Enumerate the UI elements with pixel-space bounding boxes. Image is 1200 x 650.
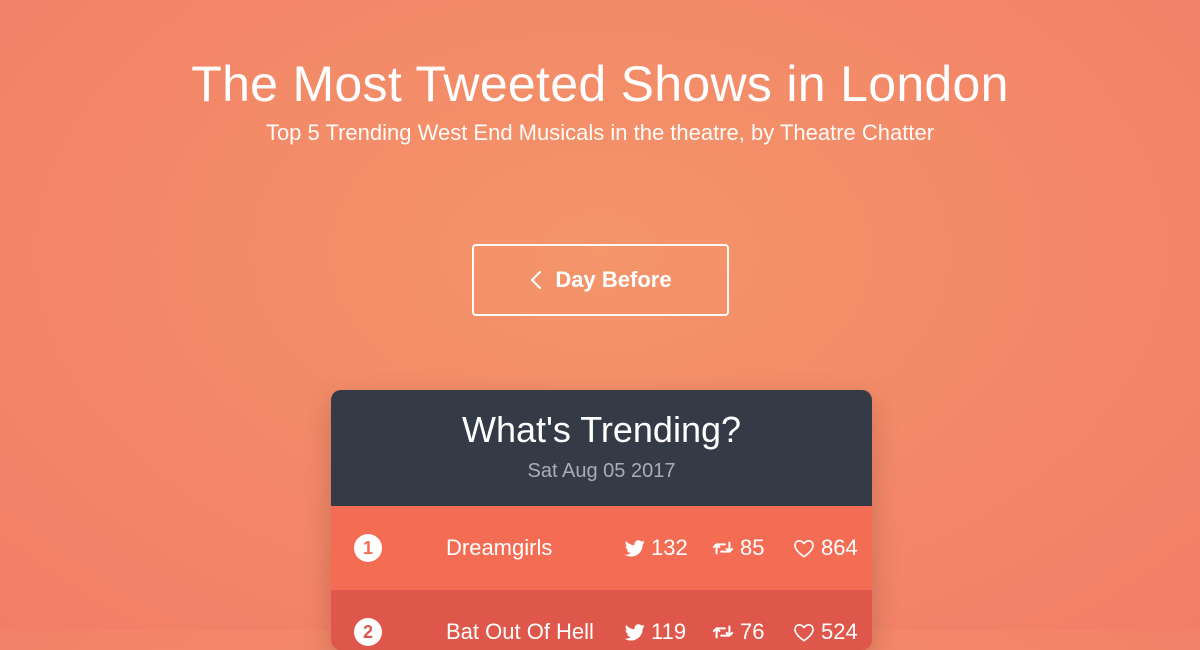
rank-badge: 1: [354, 534, 382, 562]
heart-icon: [793, 623, 815, 642]
trending-row[interactable]: 2 Bat Out Of Hell 119 76 524: [331, 590, 872, 650]
like-count: 864: [793, 535, 858, 561]
tweet-count: 132: [625, 535, 688, 561]
tweet-count-value: 132: [651, 535, 688, 560]
page-title: The Most Tweeted Shows in London: [191, 56, 1009, 112]
day-before-label: Day Before: [555, 267, 672, 292]
retweet-icon: [712, 540, 734, 556]
retweet-count-value: 76: [740, 619, 765, 644]
day-before-button[interactable]: Day Before: [472, 244, 729, 316]
trending-card: What's Trending? Sat Aug 05 2017 1 Dream…: [331, 390, 872, 650]
like-count-value: 524: [821, 619, 858, 644]
chevron-left-icon: [529, 270, 543, 290]
show-name[interactable]: Bat Out Of Hell: [446, 619, 636, 645]
trending-card-header: What's Trending? Sat Aug 05 2017: [331, 390, 872, 506]
retweet-icon: [712, 624, 734, 640]
show-name[interactable]: Dreamgirls: [446, 535, 636, 561]
heart-icon: [793, 539, 815, 558]
like-count: 524: [793, 619, 858, 645]
page-subtitle: Top 5 Trending West End Musicals in the …: [265, 120, 935, 145]
tweet-count-value: 119: [651, 619, 687, 644]
trending-card-title: What's Trending?: [461, 409, 742, 450]
retweet-count: 85: [712, 535, 764, 561]
retweet-count-value: 85: [740, 535, 765, 560]
twitter-bird-icon: [625, 539, 645, 557]
twitter-bird-icon: [625, 623, 645, 641]
trending-row[interactable]: 1 Dreamgirls 132 85 864: [331, 506, 872, 590]
rank-badge: 2: [354, 618, 382, 646]
tweet-count: 119: [625, 619, 686, 645]
like-count-value: 864: [821, 535, 858, 560]
retweet-count: 76: [712, 619, 764, 645]
trending-date: Sat Aug 05 2017: [527, 460, 676, 482]
